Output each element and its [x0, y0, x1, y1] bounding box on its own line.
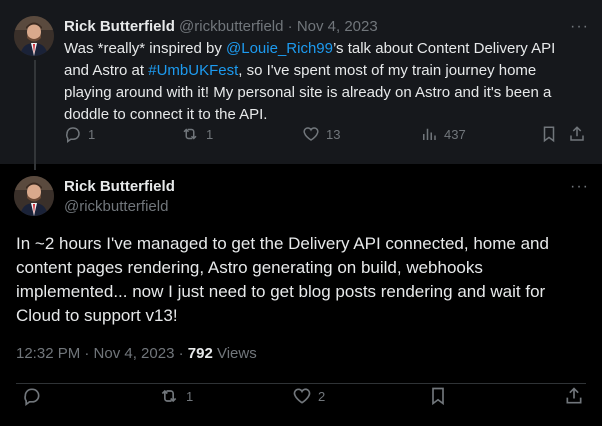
tweet-text-segment: Was *really* inspired by — [64, 40, 227, 57]
reply-icon — [66, 127, 80, 143]
repost-button[interactable]: 1 — [158, 386, 193, 406]
avatar[interactable] — [14, 176, 54, 216]
tweet-metadata: 12:32 PM · Nov 4, 2023 · 792 Views — [16, 345, 257, 362]
author-name[interactable]: Rick Butterfield — [64, 178, 175, 195]
like-count: 2 — [318, 388, 326, 404]
main-tweet-text: In ~2 hours I've managed to get the Deli… — [16, 234, 549, 325]
like-count: 13 — [326, 126, 341, 142]
avatar[interactable] — [14, 16, 54, 56]
share-icon — [566, 387, 582, 404]
reply-count: 1 — [88, 126, 96, 142]
share-button[interactable] — [568, 125, 586, 143]
hashtag-link[interactable]: #UmbUKFest — [148, 62, 238, 79]
bookmark-icon — [432, 387, 444, 406]
more-options-button[interactable]: ··· — [570, 179, 589, 195]
divider — [16, 383, 586, 384]
view-count: 437 — [444, 126, 466, 142]
mention-link[interactable]: @Louie_Rich99 — [226, 40, 333, 57]
parent-tweet[interactable]: Rick Butterfield @rickbutterfield · Nov … — [0, 0, 602, 170]
views-label: Views — [212, 345, 257, 362]
like-button[interactable]: 13 — [302, 125, 340, 143]
parent-tweet-header: Rick Butterfield @rickbutterfield · Nov … — [64, 18, 378, 35]
author-handle[interactable]: @rickbutterfield — [64, 198, 168, 215]
view-count: 792 — [187, 345, 213, 362]
bookmark-button[interactable] — [540, 125, 558, 143]
author-name[interactable]: Rick Butterfield — [64, 18, 175, 35]
bookmark-button[interactable] — [428, 386, 448, 406]
repost-count: 1 — [206, 126, 214, 142]
separator: · — [287, 18, 293, 35]
tweet-date[interactable]: Nov 4, 2023 — [297, 18, 378, 35]
tweet-timestamp[interactable]: 12:32 PM · Nov 4, 2023 · — [16, 345, 188, 362]
bookmark-icon — [543, 126, 555, 143]
like-button[interactable]: 2 — [292, 386, 325, 406]
more-options-button[interactable]: ··· — [570, 19, 589, 35]
thread-connector-line — [34, 60, 36, 170]
repost-icon — [183, 128, 197, 140]
repost-button[interactable]: 1 — [180, 125, 213, 143]
reply-button[interactable] — [22, 386, 42, 406]
author-handle[interactable]: @rickbutterfield — [179, 18, 283, 35]
views-button[interactable]: 437 — [420, 125, 466, 143]
share-icon — [570, 126, 584, 141]
repost-icon — [161, 389, 177, 403]
parent-tweet-text: Was *really* inspired by @Louie_Rich99’s… — [64, 38, 584, 126]
heart-icon — [293, 388, 311, 404]
reply-icon — [24, 388, 40, 406]
repost-count: 1 — [186, 388, 194, 404]
share-button[interactable] — [564, 386, 584, 406]
heart-icon — [303, 127, 319, 141]
analytics-icon — [423, 128, 436, 140]
reply-button[interactable]: 1 — [64, 125, 95, 143]
